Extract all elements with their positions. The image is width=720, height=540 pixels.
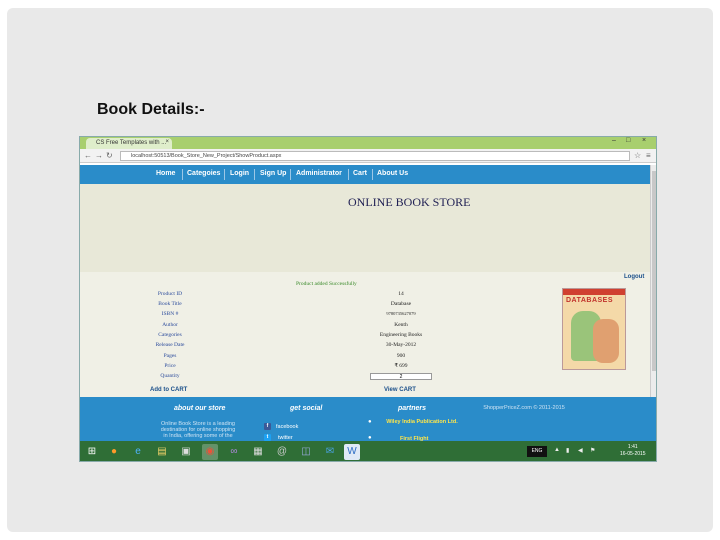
volume-icon[interactable]: ◀: [578, 447, 583, 454]
url-field[interactable]: localhost:50513/Book_Store_New_Project/S…: [120, 151, 630, 161]
address-bar: ← → ↻ localhost:50513/Book_Store_New_Pro…: [80, 149, 656, 163]
partner-bullet: ●: [368, 419, 372, 425]
value-release-date: 30-May-2012: [385, 342, 417, 348]
menu-divider: [290, 169, 291, 180]
reload-icon[interactable]: ↻: [106, 151, 113, 160]
system-clock[interactable]: 1:41 16-05-2015: [620, 444, 646, 458]
menu-divider: [254, 169, 255, 180]
visual-studio-icon[interactable]: ∞: [226, 444, 242, 460]
site-footer: about our store Online Book Store is a l…: [80, 397, 656, 442]
menu-cart[interactable]: Cart: [353, 170, 367, 177]
success-message: Product added Successfully: [296, 281, 357, 287]
internet-explorer-icon[interactable]: e: [130, 444, 146, 460]
partner-link-wiley[interactable]: Wiley India Publication Ltd.: [382, 419, 462, 425]
book-cover-image: DATABASES: [562, 288, 626, 370]
menu-login[interactable]: Login: [230, 170, 249, 177]
label-release-date: Release Date: [155, 342, 185, 348]
label-isbn: ISBN #: [161, 311, 179, 317]
menu-about-us[interactable]: About Us: [377, 170, 408, 177]
photos-icon[interactable]: ▦: [250, 444, 266, 460]
store-title: ONLINE BOOK STORE: [348, 195, 471, 209]
value-author: Kenth: [394, 322, 408, 328]
menu-divider: [372, 169, 373, 180]
label-product-id: Product ID: [157, 291, 183, 297]
cover-title: DATABASES: [566, 297, 614, 304]
maximize-icon[interactable]: □: [626, 137, 630, 144]
file-explorer-icon[interactable]: ▤: [154, 444, 170, 460]
value-product-id: 14: [398, 291, 404, 297]
add-to-cart-button[interactable]: Add to CART: [150, 387, 187, 393]
minimize-icon[interactable]: –: [612, 137, 616, 144]
book-details-panel: Logout Product added Successfully Produc…: [80, 272, 652, 397]
value-pages: 900: [396, 353, 406, 359]
page-scrollbar[interactable]: [650, 165, 656, 397]
settings-icon[interactable]: @: [274, 444, 290, 460]
media-icon[interactable]: ▣: [178, 444, 194, 460]
label-pages: Pages: [163, 353, 177, 359]
browser-tab-bar: CS Free Templates with ... × – □ ×: [80, 137, 656, 149]
vmware-icon[interactable]: ◫: [298, 444, 314, 460]
menu-divider: [348, 169, 349, 180]
browser-screenshot: CS Free Templates with ... × – □ × ← → ↻…: [79, 136, 657, 462]
slide-title: Book Details:-: [97, 101, 205, 118]
site-menu: Home Categoies Login Sign Up Administrat…: [80, 165, 656, 184]
quantity-input[interactable]: 2: [370, 373, 432, 380]
tray-arrow-icon[interactable]: ▲: [554, 447, 560, 453]
forward-icon[interactable]: →: [95, 151, 103, 160]
label-price: Price: [164, 363, 176, 369]
chrome-icon[interactable]: ◉: [202, 444, 218, 460]
bookmark-star-icon[interactable]: ☆: [634, 151, 641, 160]
twitter-icon[interactable]: t: [264, 434, 271, 441]
label-quantity: Quantity: [160, 373, 180, 379]
scrollbar-thumb[interactable]: [652, 171, 656, 371]
windows-start-icon[interactable]: ⊞: [84, 444, 100, 460]
menu-divider: [182, 169, 183, 180]
label-author: Author: [162, 322, 178, 328]
label-book-title: Book Title: [158, 301, 182, 307]
value-categories: Engineering Books: [379, 332, 423, 338]
menu-categories[interactable]: Categoies: [187, 170, 220, 177]
tab-close-icon[interactable]: ×: [165, 139, 169, 145]
firefox-icon[interactable]: ●: [106, 444, 122, 460]
tab-title: CS Free Templates with ...: [96, 140, 167, 146]
menu-signup[interactable]: Sign Up: [260, 170, 286, 177]
language-indicator[interactable]: ENG: [527, 446, 547, 457]
site-header: ONLINE BOOK STORE: [80, 184, 656, 272]
flag-icon[interactable]: ⚑: [590, 447, 595, 454]
word-icon[interactable]: W: [344, 444, 360, 460]
back-icon[interactable]: ←: [84, 151, 92, 160]
footer-partners-heading: partners: [398, 405, 427, 412]
outlook-icon[interactable]: ✉: [322, 444, 338, 460]
label-categories: Categories: [158, 332, 182, 338]
logout-link[interactable]: Logout: [624, 274, 644, 280]
footer-about-text: Online Book Store is a leading destinati…: [160, 421, 236, 439]
facebook-link[interactable]: facebook: [276, 424, 298, 430]
value-price: ₹ 699: [394, 363, 408, 369]
value-isbn: 9780735627079: [386, 311, 416, 316]
facebook-icon[interactable]: f: [264, 423, 271, 430]
network-icon[interactable]: ▮: [566, 447, 569, 454]
browser-menu-icon[interactable]: ≡: [646, 151, 651, 160]
browser-tab[interactable]: CS Free Templates with ... ×: [86, 138, 172, 149]
footer-about-heading: about our store: [174, 405, 226, 412]
value-book-title: Database: [390, 301, 412, 307]
close-window-icon[interactable]: ×: [642, 137, 646, 144]
menu-home[interactable]: Home: [156, 170, 175, 177]
footer-copyright: ShopperPriceZ.com © 2011-2015: [483, 405, 565, 411]
windows-taskbar: ⊞ ● e ▤ ▣ ◉ ∞ ▦ @ ◫ ✉ W ENG ▲ ▮ ◀ ⚑ 1:41…: [80, 441, 656, 461]
view-cart-button[interactable]: View CART: [384, 387, 416, 393]
menu-administrator[interactable]: Administrator: [296, 170, 342, 177]
menu-divider: [224, 169, 225, 180]
footer-social-heading: get social: [290, 405, 323, 412]
